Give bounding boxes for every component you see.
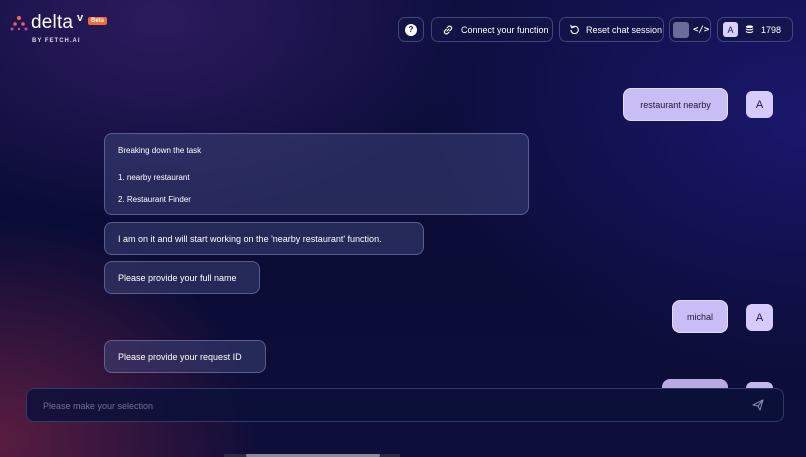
bot-message-text: I am on it and will start working on the… <box>118 233 382 244</box>
account-avatar: A <box>723 22 738 37</box>
bot-message-text: Please provide your request ID <box>118 351 242 362</box>
user-message-text: restaurant nearby <box>640 99 711 110</box>
reset-icon <box>570 24 579 35</box>
connect-function-label: Connect your function <box>461 24 549 35</box>
brand-byline: BY FETCH.AI <box>32 38 81 44</box>
help-icon: ? <box>405 23 417 36</box>
task-breakdown-card: Breaking down the task 1. nearby restaur… <box>104 133 529 215</box>
user-message-text: michal <box>686 311 713 322</box>
brand-mark: v <box>77 12 84 24</box>
bot-message: Please provide your request ID <box>104 340 266 373</box>
user-message: michal <box>672 300 728 333</box>
help-button[interactable]: ? <box>398 17 424 42</box>
header: delta v Beta BY FETCH.AI ? Connect your … <box>0 0 806 58</box>
delta-logo-icon <box>10 15 28 31</box>
account-credits[interactable]: A 1798 <box>717 17 793 42</box>
code-view-toggle[interactable]: </> <box>669 17 711 42</box>
reset-chat-label: Reset chat session <box>586 24 663 35</box>
bot-message: Please provide your full name <box>104 261 260 294</box>
user-avatar: A <box>746 91 773 118</box>
coins-icon <box>745 25 754 34</box>
bot-message-text: Please provide your full name <box>118 272 237 283</box>
task-breakdown-title: Breaking down the task <box>118 146 202 155</box>
link-icon <box>443 25 453 34</box>
toggle-swatch <box>673 21 689 38</box>
user-message-partial <box>662 379 728 388</box>
brand-name: delta <box>31 12 74 33</box>
chat-input[interactable] <box>43 398 723 414</box>
delta-logo[interactable]: delta v Beta BY FETCH.AI <box>10 12 110 48</box>
reset-chat-button[interactable]: Reset chat session <box>559 17 664 42</box>
send-icon[interactable] <box>752 399 764 411</box>
user-avatar: A <box>746 304 773 331</box>
credits-count: 1798 <box>761 24 782 35</box>
task-item: 2. Restaurant Finder <box>118 195 191 204</box>
bot-message: I am on it and will start working on the… <box>104 222 424 255</box>
code-icon: </> <box>693 24 710 35</box>
chat-input-bar <box>26 388 784 422</box>
connect-function-button[interactable]: Connect your function <box>431 17 553 42</box>
task-item: 1. nearby restaurant <box>118 173 190 182</box>
user-message: restaurant nearby <box>623 88 728 121</box>
beta-badge: Beta <box>88 17 108 25</box>
